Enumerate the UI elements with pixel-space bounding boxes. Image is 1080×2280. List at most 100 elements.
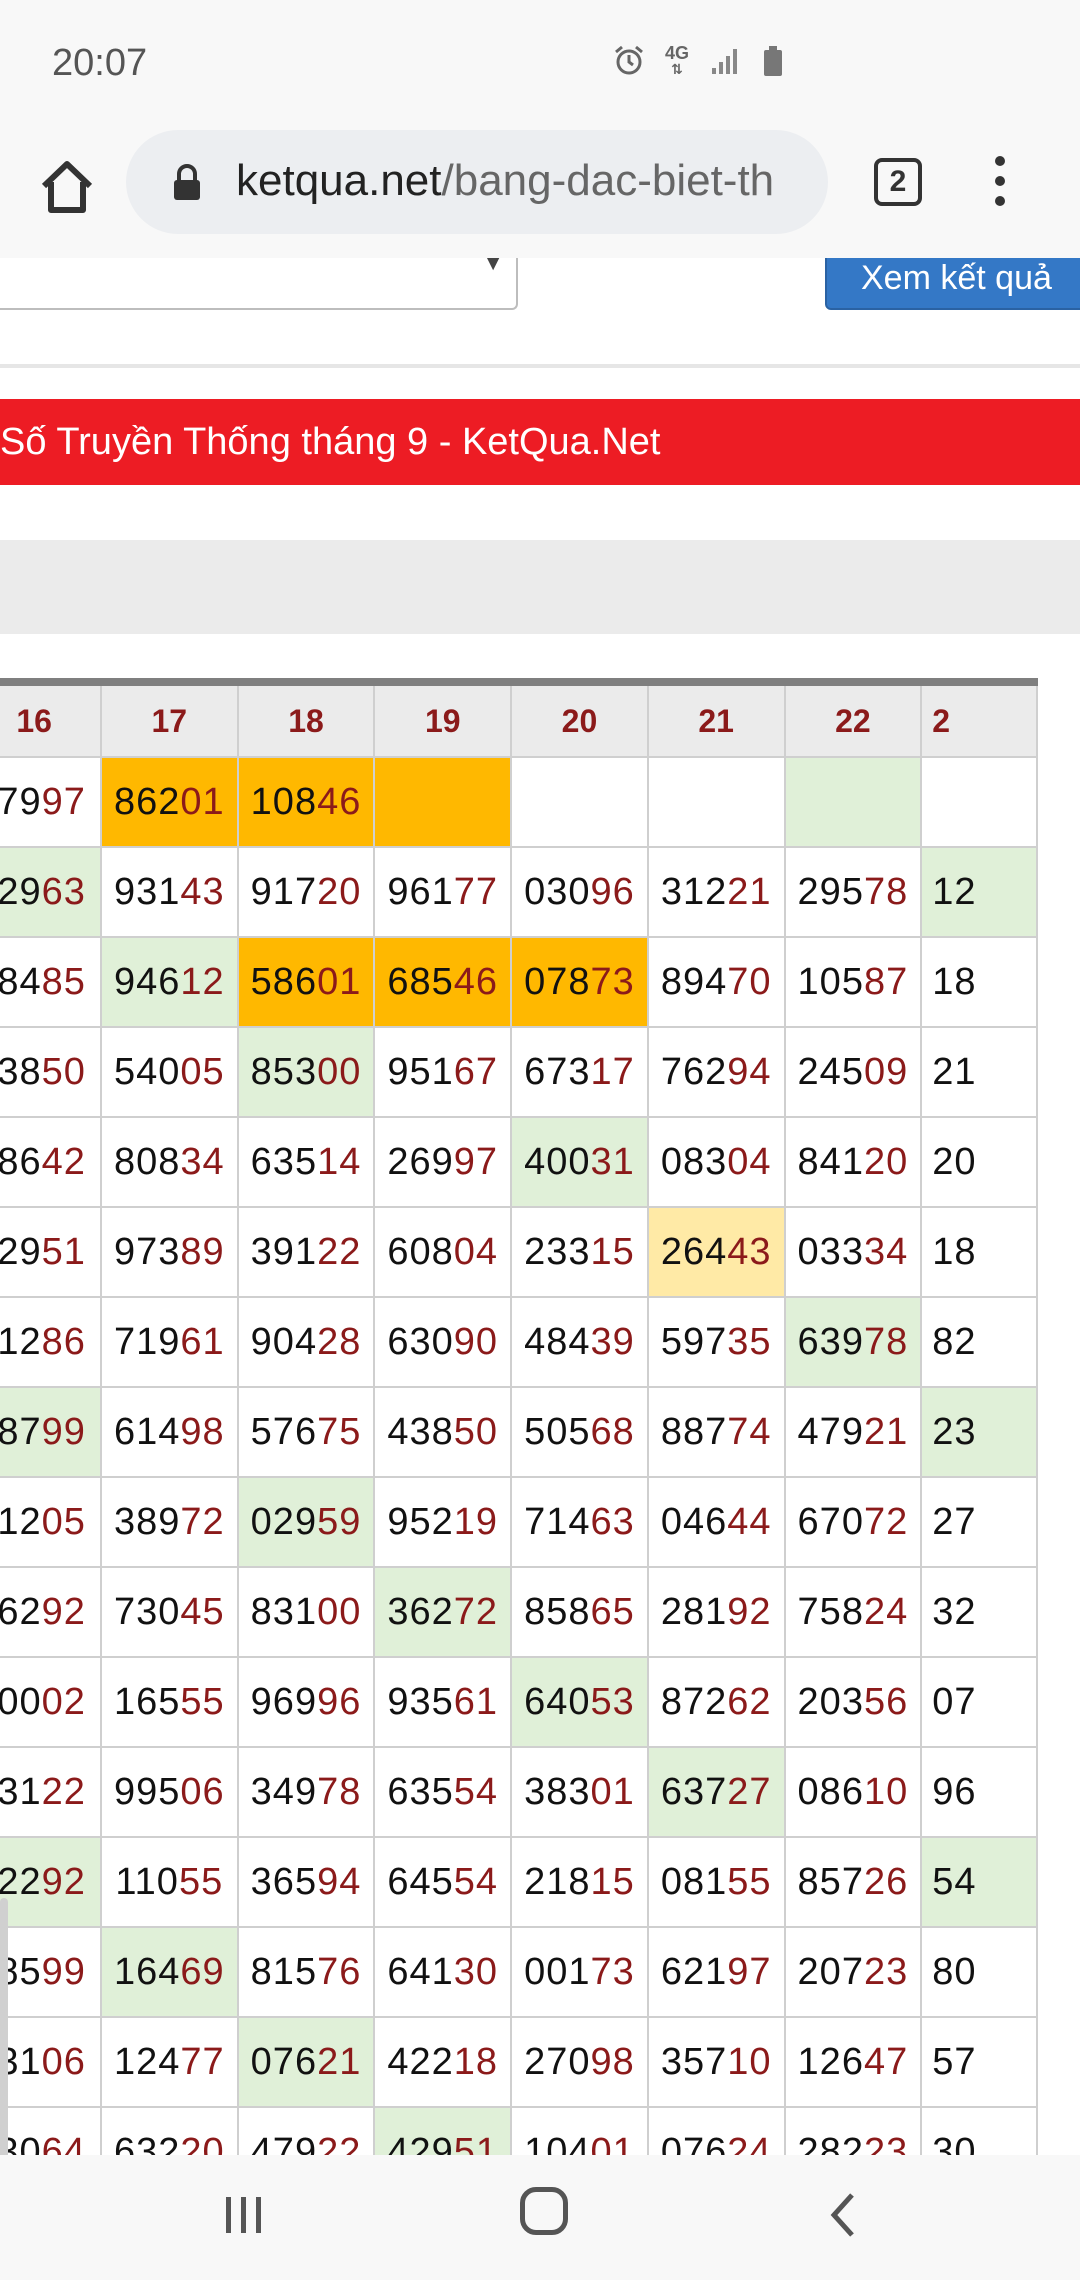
result-cell: 3122: [0, 1746, 102, 1838]
result-head-digits: 946: [113, 960, 181, 1003]
result-head-digits: 714: [524, 1500, 591, 1543]
result-head-digits: 608: [387, 1230, 454, 1273]
result-tail-digits: 78: [317, 1770, 362, 1813]
table-body: 3799786201108462963931439172096177030963…: [0, 756, 1038, 2156]
result-tail-digits: 46: [317, 780, 362, 823]
scrollbar-handle[interactable]: [0, 1898, 8, 2155]
result-head-digits: 22: [0, 1860, 42, 1903]
result-tail-digits: 63: [590, 1500, 635, 1543]
table-row: 379978620110846: [0, 756, 1038, 848]
result-tail-digits: 51: [41, 1230, 86, 1273]
result-tail-digits: 47: [863, 2040, 909, 2083]
result-cell: 63554: [373, 1746, 513, 1838]
result-tail-digits: 98: [180, 1410, 225, 1453]
result-cell: 0002: [0, 1656, 102, 1748]
result-cell: 21: [920, 1026, 1038, 1118]
result-tail-digits: 04: [727, 1140, 772, 1183]
result-cell: 08155: [646, 1836, 786, 1928]
result-cell: 85300: [236, 1026, 376, 1118]
result-cell: 54: [920, 1836, 1038, 1928]
result-cell: 07873: [510, 936, 649, 1028]
result-head-digits: 614: [113, 1410, 181, 1453]
result-tail-digits: 53: [590, 1680, 635, 1723]
home-icon[interactable]: [34, 154, 100, 220]
table-row: 1205 38972 02959 95219 71463 04644 67072 27: [0, 1476, 1038, 1568]
result-cell: 12: [920, 846, 1038, 938]
result-cell: 63978: [783, 1296, 923, 1388]
result-head-digits: 030: [524, 870, 591, 913]
month-select[interactable]: ▼: [0, 258, 518, 310]
recent-apps-icon[interactable]: [222, 2193, 266, 2237]
result-head-digits: 269: [387, 1140, 454, 1183]
result-head-digits: 645: [387, 1860, 454, 1903]
result-head-digits: 349: [250, 1770, 318, 1813]
table-row: 8599 16469 81576 64130 00173 62197 20723 80: [0, 1926, 1038, 2018]
result-cell: 68546: [373, 936, 513, 1028]
result-head-digits: 576: [250, 1410, 318, 1453]
result-tail-digits: 26: [863, 1860, 909, 1903]
back-icon[interactable]: [820, 2189, 868, 2241]
result-head-digits: 931: [113, 870, 181, 913]
result-head-digits: 29: [0, 1230, 42, 1273]
result-tail-digits: 78: [863, 1320, 909, 1363]
result-tail-digits: 97: [41, 780, 86, 823]
result-cell: 20356: [783, 1656, 923, 1748]
result-tail-digits: 96: [317, 1680, 362, 1723]
result-head-digits: 762: [660, 1050, 728, 1093]
result-head-digits: 233: [524, 1230, 591, 1273]
result-cell: 07621: [236, 2016, 376, 2108]
more-menu-icon[interactable]: [990, 156, 1010, 216]
result-head-digits: 312: [660, 870, 728, 913]
result-head-digits: 96: [932, 1770, 977, 1813]
result-head-digits: 969: [250, 1680, 318, 1723]
result-cell: 20723: [783, 1926, 923, 2018]
result-cell: 76294: [646, 1026, 786, 1118]
result-cell: 71463: [510, 1476, 649, 1568]
table-row: 0002 16555 96996 93561 64053 87262 20356 07: [0, 1656, 1038, 1748]
network-type-label: 4G: [664, 43, 689, 63]
network-type-icon: 4G ⇅: [664, 43, 689, 77]
address-bar[interactable]: ketqua.net/bang-dac-biet-th: [126, 130, 828, 234]
result-cell: 99506: [99, 1746, 239, 1838]
result-cell: 54005: [99, 1026, 239, 1118]
result-cell: 07: [920, 1656, 1038, 1748]
result-tail-digits: 46: [453, 960, 499, 1003]
result-cell: 88774: [646, 1386, 786, 1478]
result-tail-digits: 34: [180, 1140, 225, 1183]
result-tail-digits: 92: [41, 1590, 86, 1633]
result-cell: 64053: [510, 1656, 649, 1748]
tab-switcher-button[interactable]: 2: [874, 158, 922, 206]
result-head-digits: 484: [524, 1320, 591, 1363]
result-tail-digits: 73: [590, 1950, 635, 1993]
table-row: 8799 61498 57675 43850 50568 88774 47921 23: [0, 1386, 1038, 1478]
lock-icon: [172, 164, 202, 202]
result-tail-digits: 23: [863, 2130, 909, 2156]
results-table: 161718192021222 379978620110846296393143…: [0, 678, 1038, 2155]
result-tail-digits: 63: [41, 870, 86, 913]
result-tail-digits: 94: [317, 1860, 362, 1903]
status-bar: 20:07 4G ⇅: [0, 0, 1080, 130]
result-tail-digits: 55: [178, 1860, 224, 1903]
result-tail-digits: 00: [317, 1590, 362, 1633]
result-head-digits: 38: [0, 1050, 42, 1093]
result-cell: 57675: [236, 1386, 376, 1478]
view-results-button[interactable]: Xem kết quả: [825, 258, 1080, 310]
result-head-digits: 104: [524, 2130, 591, 2156]
result-cell: 31221: [646, 846, 786, 938]
result-cell: 50568: [510, 1386, 649, 1478]
home-nav-icon[interactable]: [520, 2187, 568, 2235]
result-head-digits: 951: [387, 1050, 454, 1093]
result-head-digits: 203: [797, 1680, 864, 1723]
result-tail-digits: 50: [453, 1410, 499, 1453]
result-head-digits: 641: [387, 1950, 454, 1993]
result-tail-digits: 18: [453, 2040, 499, 2083]
result-cell: 43850: [373, 1386, 513, 1478]
result-cell: 8485: [0, 936, 102, 1028]
result-head-digits: 635: [250, 1140, 318, 1183]
result-tail-digits: 96: [590, 870, 635, 913]
column-header: 20: [510, 681, 649, 758]
result-cell: [920, 756, 1038, 848]
result-head-digits: 719: [113, 1320, 181, 1363]
result-head-digits: 164: [113, 1950, 181, 1993]
result-tail-digits: 89: [180, 1230, 225, 1273]
